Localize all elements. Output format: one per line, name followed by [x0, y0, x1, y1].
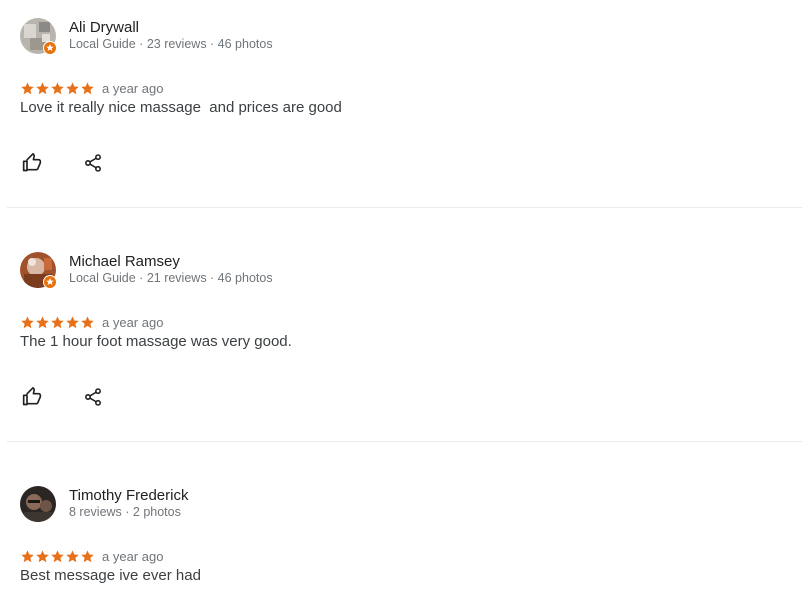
rating-row: a year ago [20, 80, 163, 96]
review-date: a year ago [102, 314, 164, 330]
star-rating [20, 315, 95, 330]
rating-row: a year ago [20, 548, 163, 564]
review-text: Best message ive ever had [20, 567, 201, 584]
local-guide-badge-icon [43, 275, 57, 289]
reviewer-name[interactable]: Timothy Frederick [69, 487, 188, 504]
reviewer-name[interactable]: Ali Drywall [69, 19, 139, 36]
star-icon [50, 549, 65, 564]
star-icon [65, 315, 80, 330]
review-text: The 1 hour foot massage was very good. [20, 333, 292, 350]
star-icon [80, 81, 95, 96]
star-icon [50, 315, 65, 330]
review-text: Love it really nice massage and prices a… [20, 99, 342, 116]
star-icon [35, 549, 50, 564]
star-icon [20, 549, 35, 564]
reviewer-meta[interactable]: 8 reviews · 2 photos [69, 505, 181, 519]
avatar-image [20, 486, 56, 522]
star-rating [20, 81, 95, 96]
star-icon [35, 315, 50, 330]
star-icon [20, 315, 35, 330]
reviews-list: Ali Drywall Local Guide · 23 reviews · 4… [0, 0, 803, 610]
rating-row: a year ago [20, 314, 163, 330]
reviewer-meta[interactable]: Local Guide · 23 reviews · 46 photos [69, 37, 273, 51]
thumbs-up-icon [22, 153, 42, 172]
reviewer-meta[interactable]: Local Guide · 21 reviews · 46 photos [69, 271, 273, 285]
star-icon [80, 315, 95, 330]
share-icon [85, 388, 101, 406]
like-button[interactable] [20, 151, 44, 175]
star-icon [65, 549, 80, 564]
like-button[interactable] [20, 385, 44, 409]
share-button[interactable] [81, 385, 105, 409]
review-divider [7, 207, 802, 208]
share-button[interactable] [81, 151, 105, 175]
reviewer-name[interactable]: Michael Ramsey [69, 253, 180, 270]
star-icon [35, 81, 50, 96]
reviewer-avatar[interactable] [20, 252, 57, 289]
share-icon [85, 154, 101, 172]
star-icon [20, 81, 35, 96]
review-date: a year ago [102, 80, 164, 96]
reviewer-avatar[interactable] [20, 486, 56, 522]
local-guide-badge-icon [43, 41, 57, 55]
star-rating [20, 549, 95, 564]
star-icon [50, 81, 65, 96]
star-icon [80, 549, 95, 564]
thumbs-up-icon [22, 387, 42, 406]
review-date: a year ago [102, 548, 164, 564]
review-divider [7, 441, 802, 442]
reviewer-avatar[interactable] [20, 18, 57, 55]
star-icon [65, 81, 80, 96]
